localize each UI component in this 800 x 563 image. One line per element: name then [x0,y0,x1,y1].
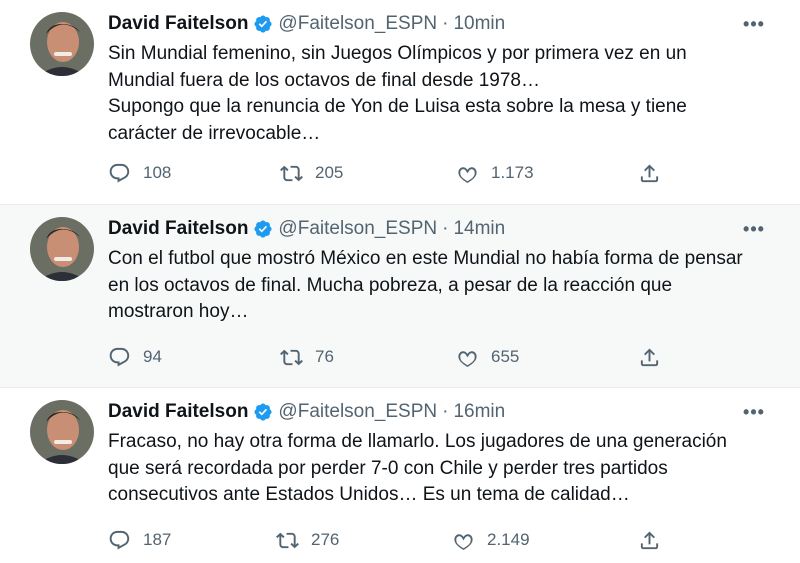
tweet-header: David Faitelson @Faitelson_ESPN · 14min [108,217,505,241]
avatar[interactable] [30,217,94,281]
tweet-text-line: Mundial fuera de los octavos de final de… [108,69,540,91]
author-handle[interactable]: @Faitelson_ESPN [278,401,437,423]
reply-count: 108 [143,163,172,182]
reply-icon [109,163,130,183]
share-icon [640,347,659,366]
avatar[interactable] [30,400,94,464]
tweet[interactable]: David Faitelson @Faitelson_ESPN · 10min … [0,0,800,205]
share-button[interactable] [638,344,661,370]
separator-dot: · [442,401,449,422]
share-icon [640,163,659,182]
avatar[interactable] [30,12,94,76]
timestamp[interactable]: 10min [453,13,505,35]
share-button[interactable] [638,527,661,553]
author-name[interactable]: David Faitelson [108,218,248,240]
like-count: 655 [491,347,520,366]
tweet-text-line: Fracaso, no hay otra forma de llamarlo. … [108,431,727,452]
verified-badge-icon [253,402,273,422]
tweet[interactable]: David Faitelson @Faitelson_ESPN · 14min … [0,205,800,388]
retweet-icon [280,349,303,365]
timestamp[interactable]: 16min [453,401,505,423]
reply-icon [109,347,130,367]
retweet-button[interactable]: 205 [280,160,343,186]
verified-badge-icon [253,14,273,34]
retweet-icon [276,532,299,548]
tweet-text: Sin Mundial femenino, sin Juegos Olímpic… [108,41,768,147]
retweet-icon [280,165,303,181]
tweet-text-line: Con el futbol que mostró México en este … [108,248,743,269]
tweet-text-line: Supongo que la renuncia de Yon de Luisa … [108,96,687,117]
retweet-button[interactable]: 76 [280,344,334,370]
separator-dot: · [442,13,449,34]
tweet-actions: 187 276 2.149 [108,527,668,553]
like-button[interactable]: 2.149 [452,527,530,553]
like-button[interactable]: 1.173 [456,160,534,186]
tweet-text-line: consecutivos ante Estados Unidos… Es un … [108,484,630,505]
tweet-text-line: mostraron hoy… [108,301,249,322]
retweet-count: 205 [315,163,344,182]
tweet-header: David Faitelson @Faitelson_ESPN · 16min [108,400,505,424]
reply-count: 187 [143,530,172,549]
tweet-text-line: Sin Mundial femenino, sin Juegos Olímpic… [108,43,687,64]
retweet-button[interactable]: 276 [276,527,339,553]
share-icon [640,530,659,549]
heart-icon [458,350,477,367]
like-button[interactable]: 655 [456,344,519,370]
tweet-text-line: carácter de irrevocable… [108,122,321,144]
verified-badge-icon [253,219,273,239]
like-count: 2.149 [487,530,530,549]
tweet-text: Fracaso, no hay otra forma de llamarlo. … [108,429,768,509]
author-handle[interactable]: @Faitelson_ESPN [278,13,437,35]
author-name[interactable]: David Faitelson [108,401,248,423]
tweet-text-line: que será recordada por perder 7-0 con Ch… [108,457,668,479]
tweet-header: David Faitelson @Faitelson_ESPN · 10min [108,12,505,36]
tweet-text: Con el futbol que mostró México en este … [108,246,768,326]
author-name[interactable]: David Faitelson [108,13,248,35]
timestamp[interactable]: 14min [453,218,505,240]
reply-icon [109,530,130,550]
reply-button[interactable]: 187 [108,527,171,553]
retweet-count: 276 [311,530,340,549]
heart-icon [454,533,473,550]
more-horizontal-icon[interactable]: ••• [742,400,766,424]
tweet-text-line: en los octavos de final. Mucha pobreza, … [108,274,673,296]
tweet-actions: 94 76 655 [108,344,668,370]
reply-button[interactable]: 108 [108,160,171,186]
tweet-actions: 108 205 1.173 [108,160,668,186]
like-count: 1.173 [491,163,534,182]
more-horizontal-icon[interactable]: ••• [742,217,766,241]
author-handle[interactable]: @Faitelson_ESPN [278,218,437,240]
tweet[interactable]: David Faitelson @Faitelson_ESPN · 16min … [0,388,800,563]
share-button[interactable] [638,160,661,186]
reply-button[interactable]: 94 [108,344,162,370]
reply-count: 94 [143,347,162,366]
heart-icon [458,166,477,183]
more-horizontal-icon[interactable]: ••• [742,12,766,36]
retweet-count: 76 [315,347,334,366]
separator-dot: · [442,218,449,239]
